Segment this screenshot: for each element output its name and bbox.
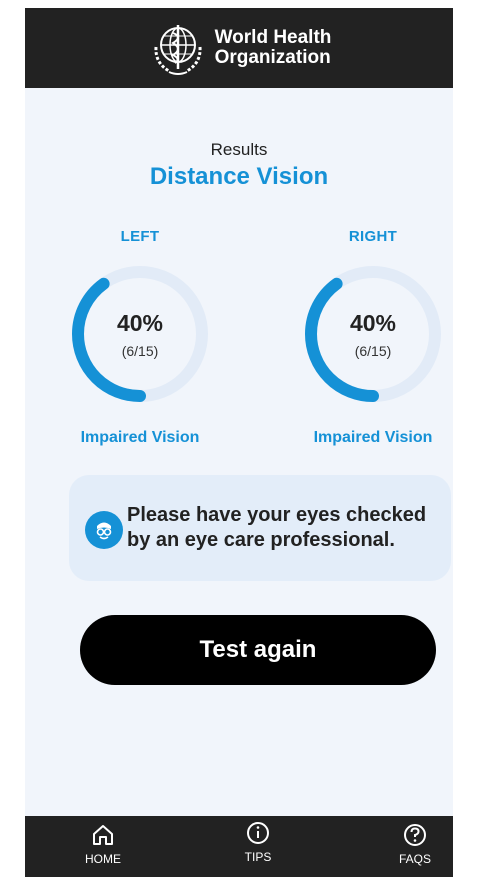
header-bar: World Health Organization: [25, 8, 453, 88]
nav-faqs[interactable]: FAQS: [375, 822, 453, 866]
app-screen: World Health Organization Results Distan…: [25, 8, 453, 877]
nav-home-label: HOME: [85, 852, 121, 866]
eye-doctor-icon: [85, 511, 123, 549]
right-eye-gauge: 40% (6/15): [298, 259, 448, 409]
test-again-button[interactable]: Test again: [80, 615, 436, 685]
results-label: Results: [210, 140, 268, 159]
nav-tips[interactable]: TIPS: [218, 820, 298, 864]
org-name-line2: Organization: [214, 47, 331, 68]
who-wordmark: World Health Organization: [215, 28, 332, 68]
nav-faqs-label: FAQS: [398, 852, 431, 866]
left-eye-label: LEFT: [120, 228, 160, 245]
org-name-line1: World Health: [214, 27, 332, 48]
question-icon: [404, 824, 426, 846]
nav-home[interactable]: HOME: [63, 822, 143, 866]
left-eye-result: LEFT 40% (6/15) Impaired Vision: [65, 228, 215, 447]
right-eye-status: Impaired Vision: [313, 429, 433, 446]
nav-tips-label: TIPS: [244, 850, 272, 864]
home-icon: [93, 825, 113, 845]
info-icon: [247, 822, 269, 844]
advice-text: Please have your eyes checked by an eye …: [127, 504, 427, 551]
right-eye-label: RIGHT: [348, 228, 398, 245]
left-eye-fraction: (6/15): [121, 342, 159, 359]
who-emblem-icon: [154, 25, 202, 75]
advice-card: Please have your eyes checked by an eye …: [69, 475, 451, 581]
who-logo: World Health Organization: [147, 17, 332, 79]
left-eye-gauge: 40% (6/15): [65, 259, 215, 409]
right-eye-percent: 40%: [349, 309, 397, 336]
right-eye-fraction: (6/15): [354, 342, 392, 359]
left-eye-status: Impaired Vision: [80, 429, 200, 446]
bottom-nav: HOME TIPS FAQS: [25, 816, 453, 877]
page-title: Distance Vision: [149, 163, 329, 190]
left-eye-percent: 40%: [116, 309, 164, 336]
right-eye-result: RIGHT 40% (6/15) Impaired Vision: [298, 228, 448, 447]
